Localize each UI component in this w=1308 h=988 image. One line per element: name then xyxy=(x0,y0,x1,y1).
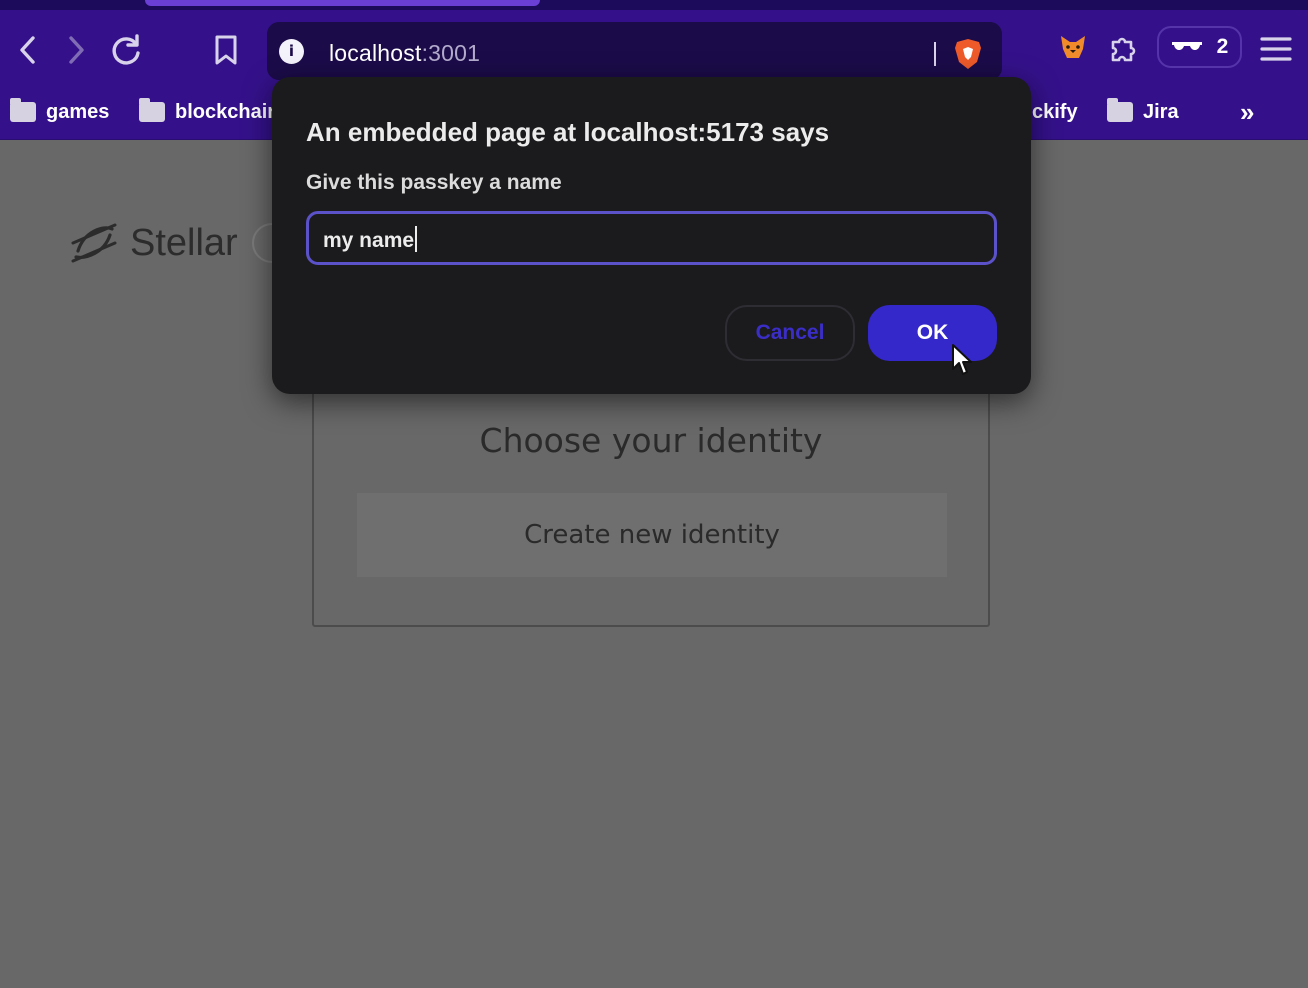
passkey-name-input[interactable]: my name xyxy=(306,211,997,265)
chevron-double-right-icon: » xyxy=(1240,96,1255,127)
bookmark-folder-games[interactable]: games xyxy=(10,94,109,130)
sunglasses-icon xyxy=(1171,42,1202,51)
text-caret xyxy=(415,226,418,252)
logo-wordmark: Stellar xyxy=(130,221,238,264)
bookmark-button[interactable] xyxy=(206,30,246,70)
bookmark-icon xyxy=(215,35,237,65)
create-identity-button[interactable]: Create new identity xyxy=(357,493,947,577)
address-bar[interactable]: i localhost:3001 xyxy=(267,22,1002,80)
input-value: my name xyxy=(323,229,415,252)
mouse-pointer-icon xyxy=(951,343,975,382)
stellar-rocket-icon xyxy=(71,223,117,263)
bookmark-clockify[interactable]: ckify xyxy=(1032,94,1078,130)
metamask-fox-icon[interactable] xyxy=(1058,32,1088,67)
stellar-logo: Stellar xyxy=(70,221,238,265)
bookmark-label: blockchair xyxy=(175,100,276,123)
menu-hamburger-icon[interactable] xyxy=(1260,36,1292,67)
forward-arrow-icon xyxy=(69,36,84,64)
browser-toolbar: i localhost:3001 2 xyxy=(0,10,1308,86)
folder-icon xyxy=(139,98,165,122)
folder-icon xyxy=(1107,98,1133,122)
brave-shields-icon[interactable] xyxy=(953,37,983,76)
bookmark-label: Jira xyxy=(1143,100,1179,123)
back-arrow-icon xyxy=(20,36,35,64)
reload-button[interactable] xyxy=(106,30,146,70)
folder-icon xyxy=(10,98,36,122)
dialog-title: An embedded page at localhost:5173 says xyxy=(306,117,830,147)
private-windows-badge[interactable]: 2 xyxy=(1157,26,1242,68)
tab-strip xyxy=(0,0,1308,10)
bookmark-label: ckify xyxy=(1032,100,1078,123)
site-info-icon[interactable]: i xyxy=(279,39,304,64)
url-text[interactable]: localhost:3001 xyxy=(329,40,480,67)
active-tab-indicator[interactable] xyxy=(145,0,540,6)
private-window-count: 2 xyxy=(1216,35,1229,58)
forward-button[interactable] xyxy=(56,30,96,70)
ok-button[interactable]: OK xyxy=(868,305,997,361)
card-heading: Choose your identity xyxy=(479,421,823,460)
extensions-puzzle-icon[interactable] xyxy=(1107,32,1139,69)
dialog-message: Give this passkey a name xyxy=(306,171,562,194)
bookmark-label: games xyxy=(46,100,110,123)
cancel-button[interactable]: Cancel xyxy=(725,305,855,361)
bookmarks-overflow-button[interactable]: » xyxy=(1240,94,1254,130)
bookmark-folder-jira[interactable]: Jira xyxy=(1107,94,1179,130)
url-divider xyxy=(934,42,936,66)
back-button[interactable] xyxy=(8,30,48,70)
bookmark-folder-blockchain[interactable]: blockchair xyxy=(139,94,275,130)
reload-icon xyxy=(112,34,140,65)
passkey-prompt-dialog: An embedded page at localhost:5173 says … xyxy=(272,77,1031,394)
